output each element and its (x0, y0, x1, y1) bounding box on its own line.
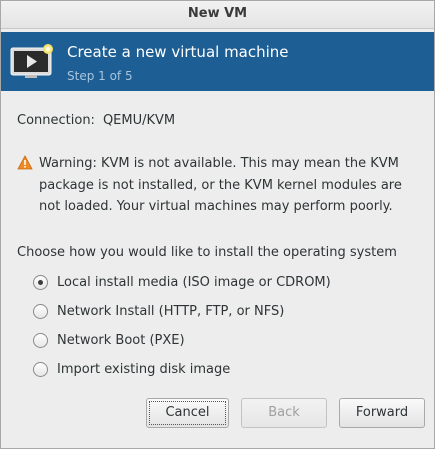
new-vm-window: New VM Create a new virtual machine Step… (0, 0, 435, 449)
window-title: New VM (187, 6, 248, 21)
radio-import-disk-image[interactable]: Import existing disk image (33, 359, 230, 379)
warning-text: Warning: KVM is not available. This may … (39, 156, 402, 214)
vm-monitor-icon (10, 44, 53, 78)
header-banner: Create a new virtual machine Step 1 of 5 (1, 32, 434, 91)
warning-icon (17, 155, 33, 170)
install-method-prompt: Choose how you would like to install the… (17, 245, 397, 260)
connection-row: Connection: QEMU/KVM (17, 113, 175, 128)
radio-button[interactable] (33, 361, 48, 377)
connection-label: Connection: (17, 113, 95, 128)
radio-network-boot[interactable]: Network Boot (PXE) (33, 330, 185, 350)
window-titlebar[interactable]: New VM (1, 1, 434, 29)
radio-button[interactable] (33, 274, 48, 290)
dialog-content: Connection: QEMU/KVM Warning: KVM is not … (1, 91, 434, 448)
radio-label: Import existing disk image (57, 361, 231, 377)
radio-network-install[interactable]: Network Install (HTTP, FTP, or NFS) (33, 301, 284, 321)
banner-step-indicator: Step 1 of 5 (67, 69, 133, 83)
radio-button[interactable] (33, 303, 48, 319)
connection-value: QEMU/KVM (102, 113, 176, 128)
banner-title: Create a new virtual machine (67, 43, 289, 61)
radio-label: Network Install (HTTP, FTP, or NFS) (57, 303, 285, 319)
radio-label: Network Boot (PXE) (57, 332, 185, 348)
radio-label: Local install media (ISO image or CDROM) (57, 274, 331, 290)
cancel-button[interactable]: Cancel (146, 398, 229, 428)
radio-local-install-media[interactable]: Local install media (ISO image or CDROM) (33, 272, 331, 292)
forward-button[interactable]: Forward (339, 398, 425, 428)
back-button[interactable]: Back (241, 398, 327, 428)
radio-button[interactable] (33, 332, 48, 348)
